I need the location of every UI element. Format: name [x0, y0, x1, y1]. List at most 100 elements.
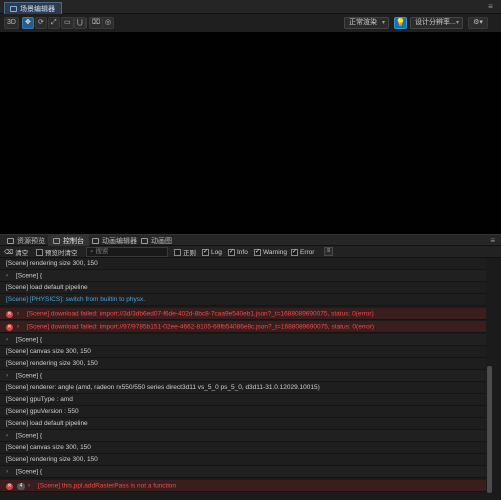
error-log-row[interactable]: ✕ 4 › [Scene] this.ppl.addRasterPass is not… — [0, 480, 486, 492]
error-filter-checkbox[interactable]: ✓ Error — [291, 247, 314, 257]
console-scrollbar[interactable] — [487, 366, 492, 493]
info-filter-checkbox[interactable]: ✓ Info — [228, 247, 248, 257]
log-text: [Scene] [PHYSICS]: switch from builtin t… — [6, 296, 146, 303]
tab-label: 动画编辑器 — [102, 237, 137, 245]
resolution-value: 设计分辨率... — [415, 19, 456, 26]
log-text: [Scene] { — [16, 272, 43, 280]
error-icon: ✕ — [6, 310, 13, 318]
error-label: Error — [300, 248, 315, 256]
editor-window: 场景编辑器 ≡ 3D ✥ ⟳ ⤢ ▭ ⋃ ⌧ ◎ 正常渲染 ▾ 💡 设计分辨率.… — [0, 0, 501, 500]
log-text: [Scene] rendering size 300, 150 — [6, 456, 98, 463]
tab-console[interactable]: 控制台 — [48, 235, 89, 246]
search-placeholder: 搜索 — [95, 248, 109, 255]
log-row[interactable]: [Scene] gpuVersion : 550 — [0, 406, 486, 418]
scene-viewport[interactable] — [0, 32, 501, 234]
regex-checkbox[interactable]: 正则 — [174, 247, 196, 257]
console-options-icon[interactable]: ≡ — [324, 247, 333, 256]
error-log-row[interactable]: ✕ › [Scene] download failed: import://3d/3… — [0, 308, 486, 320]
log-text: [Scene] { — [16, 336, 43, 344]
toolbar-divider — [86, 18, 87, 28]
rect-tool-icon[interactable]: ▭ — [61, 17, 74, 29]
scene-toolbar: 3D ✥ ⟳ ⤢ ▭ ⋃ ⌧ ◎ 正常渲染 ▾ 💡 设计分辨率... ▾ ⚙▾ — [0, 14, 501, 32]
log-text: [Scene] download failed: import://3d/3db… — [27, 310, 374, 318]
info-label: Info — [237, 248, 248, 256]
toggle-3d-button[interactable]: 3D — [4, 17, 19, 29]
log-row[interactable]: › [Scene] { — [0, 270, 486, 282]
checkbox-box — [174, 248, 181, 256]
log-label: Log — [211, 248, 222, 256]
log-row[interactable]: [Scene] rendering size 300, 150 — [0, 454, 486, 466]
log-row[interactable]: [Scene] gpuType : amd — [0, 394, 486, 406]
log-text: [Scene] gpuType : amd — [6, 396, 73, 403]
clear-label: 清空 — [15, 250, 29, 257]
log-filter-checkbox[interactable]: ✓ Log — [202, 247, 222, 257]
log-text: [Scene] { — [16, 372, 43, 380]
log-row[interactable]: [Scene] canvas size 300, 150 — [0, 442, 486, 454]
log-row[interactable]: › [Scene] { — [0, 430, 486, 442]
scene-panel-menu-icon[interactable]: ≡ — [486, 2, 495, 11]
log-row[interactable]: [Scene] load default pipeline — [0, 418, 486, 430]
log-row[interactable]: [Scene] canvas size 300, 150 — [0, 346, 486, 358]
expand-arrow-icon[interactable]: › — [6, 334, 13, 346]
error-log-row[interactable]: ✕ › [Scene] download failed: import://97/9… — [0, 321, 486, 333]
log-text: [Scene] canvas size 300, 150 — [6, 348, 91, 355]
resolution-select[interactable]: 设计分辨率... ▾ — [410, 17, 463, 29]
scale-tool-icon[interactable]: ⤢ — [48, 17, 60, 29]
log-text: [Scene] rendering size 300, 150 — [6, 360, 98, 367]
log-text: [Scene] rendering size 300, 150 — [6, 260, 98, 267]
console-icon — [53, 237, 60, 244]
log-text: [Scene] renderer: angle (amd, radeon rx5… — [6, 384, 320, 391]
expand-arrow-icon[interactable]: › — [6, 430, 13, 442]
checkbox-box — [36, 248, 43, 256]
world-space-icon[interactable]: ◎ — [102, 17, 115, 29]
clear-button[interactable]: ⌫ 清空 — [4, 247, 28, 257]
expand-arrow-icon[interactable]: › — [17, 321, 24, 333]
log-text: [Scene] load default pipeline — [6, 420, 88, 427]
log-row[interactable]: [Scene] renderer: angle (amd, radeon rx5… — [0, 382, 486, 394]
scene-tab-bar: 场景编辑器 ≡ — [0, 0, 501, 14]
log-row[interactable]: › [Scene] { — [0, 334, 486, 346]
tab-animation-graph[interactable]: 动画图 — [136, 235, 177, 246]
log-row[interactable]: [Scene] rendering size 300, 150 — [0, 258, 486, 270]
tab-assets-preview[interactable]: 资源预览 — [2, 235, 50, 246]
check-icon: ✓ — [228, 248, 235, 256]
log-row[interactable]: › [Scene] { — [0, 370, 486, 382]
render-mode-value: 正常渲染 — [349, 19, 377, 26]
chevron-down-icon: ▾ — [381, 20, 385, 26]
expand-arrow-icon[interactable]: › — [6, 370, 13, 382]
repeat-count-badge: 4 — [17, 482, 25, 490]
scene-light-icon[interactable]: 💡 — [394, 17, 407, 29]
log-row[interactable]: › [Scene] { — [0, 466, 486, 478]
error-icon: ✕ — [6, 482, 13, 490]
expand-arrow-icon[interactable]: › — [17, 308, 24, 320]
bottom-panel-menu-icon[interactable]: ≡ — [490, 235, 495, 246]
console-toolbar: ⌫ 清空 预览时清空 ⌕ 搜索 正则 ✓ Log ✓ Info ✓ Warnin… — [0, 246, 501, 258]
log-row[interactable]: [Scene] rendering size 300, 150 — [0, 358, 486, 370]
tab-animation-editor[interactable]: 动画编辑器 — [87, 235, 142, 246]
move-tool-icon[interactable]: ✥ — [22, 17, 34, 29]
log-text: [Scene] { — [16, 468, 43, 476]
warning-filter-checkbox[interactable]: ✓ Warning — [254, 247, 287, 257]
clear-icon: ⌫ — [4, 249, 14, 256]
tab-scene-editor[interactable]: 场景编辑器 — [4, 2, 62, 14]
expand-arrow-icon[interactable]: › — [6, 270, 13, 282]
expand-arrow-icon[interactable]: › — [6, 466, 13, 478]
log-row[interactable]: [Scene] [PHYSICS]: switch from builtin t… — [0, 294, 486, 306]
animation-editor-icon — [92, 237, 99, 244]
check-icon: ✓ — [291, 248, 298, 256]
check-icon: ✓ — [202, 248, 209, 256]
anchor-tool-icon[interactable]: ⋃ — [74, 17, 86, 29]
rotate-tool-icon[interactable]: ⟳ — [35, 17, 47, 29]
snap-icon[interactable]: ⌧ — [89, 17, 104, 29]
log-row[interactable]: [Scene] load default pipeline — [0, 282, 486, 294]
settings-icon[interactable]: ⚙▾ — [468, 17, 488, 29]
preview-clear-checkbox[interactable]: 预览时清空 — [36, 247, 78, 257]
regex-label: 正则 — [183, 250, 196, 257]
expand-arrow-icon[interactable]: › — [28, 480, 35, 492]
chevron-down-icon: ▾ — [479, 19, 483, 26]
search-input[interactable]: ⌕ 搜索 — [86, 247, 168, 257]
bottom-panel-tabs: 资源预览 控制台 动画编辑器 动画图 ≡ — [0, 234, 501, 246]
preview-clear-label: 预览时清空 — [45, 250, 78, 257]
log-text: [Scene] { — [16, 432, 43, 440]
render-mode-select[interactable]: 正常渲染 ▾ — [344, 17, 389, 29]
